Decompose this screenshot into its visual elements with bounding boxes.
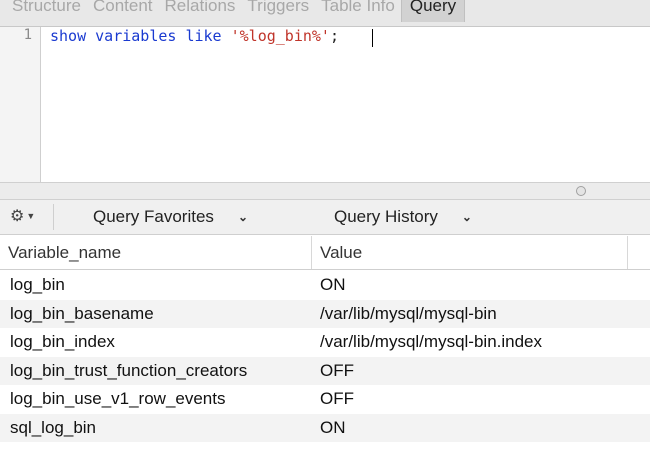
column-header-variable-name[interactable]: Variable_name bbox=[0, 236, 312, 269]
caret-down-icon: ▼ bbox=[26, 211, 36, 221]
cell-value: /var/lib/mysql/mysql-bin bbox=[320, 303, 497, 323]
tab-content[interactable]: Content bbox=[87, 0, 159, 22]
table-row[interactable]: log_bin ON bbox=[0, 271, 650, 300]
cell-variable-name: log_bin_use_v1_row_events bbox=[10, 389, 226, 408]
code-keyword: show variables like bbox=[50, 27, 231, 45]
tab-bar: Structure Content Relations Triggers Tab… bbox=[0, 0, 650, 27]
splitter-handle-icon[interactable] bbox=[576, 186, 586, 196]
gear-menu-button[interactable]: ⚙ ▼ bbox=[10, 204, 50, 228]
query-history-label: Query History bbox=[334, 207, 438, 226]
table-row[interactable]: log_bin_trust_function_creators OFF bbox=[0, 356, 650, 385]
tab-query[interactable]: Query bbox=[400, 0, 466, 22]
cell-value: /var/lib/mysql/mysql-bin.index bbox=[320, 332, 543, 351]
results-table: Variable_name Value log_bin ON log_bin_b… bbox=[0, 236, 650, 460]
cell-variable-name: sql_log_bin bbox=[10, 417, 97, 437]
table-row[interactable]: sql_log_bin ON bbox=[0, 413, 650, 442]
gear-icon: ⚙ bbox=[10, 208, 25, 225]
cell-value: ON bbox=[320, 417, 346, 437]
line-number: 1 bbox=[23, 27, 32, 43]
query-favorites-label: Query Favorites bbox=[93, 207, 214, 226]
tab-table-info[interactable]: Table Info bbox=[315, 0, 401, 22]
toolbar-divider bbox=[53, 204, 54, 230]
tab-relations[interactable]: Relations bbox=[159, 0, 242, 22]
text-cursor bbox=[372, 29, 373, 47]
cell-variable-name: log_bin_trust_function_creators bbox=[10, 360, 248, 380]
cell-variable-name: log_bin bbox=[10, 275, 65, 294]
cell-value: OFF bbox=[320, 389, 354, 408]
query-text[interactable]: show variables like '%log_bin%'; bbox=[50, 27, 339, 45]
cell-variable-name: log_bin_basename bbox=[10, 303, 154, 323]
pane-splitter[interactable] bbox=[0, 183, 650, 200]
table-header: Variable_name Value bbox=[0, 236, 650, 270]
table-row[interactable]: log_bin_use_v1_row_events OFF bbox=[0, 385, 650, 414]
table-row[interactable]: log_bin_basename /var/lib/mysql/mysql-bi… bbox=[0, 299, 650, 328]
table-body: log_bin ON log_bin_basename /var/lib/mys… bbox=[0, 271, 650, 442]
tab-structure[interactable]: Structure bbox=[0, 0, 87, 22]
code-string: '%log_bin%' bbox=[230, 27, 330, 45]
code-end: ; bbox=[329, 27, 339, 45]
query-editor[interactable]: 1 show variables like '%log_bin%'; bbox=[0, 27, 650, 183]
cell-value: OFF bbox=[320, 360, 354, 380]
tab-triggers[interactable]: Triggers bbox=[241, 0, 315, 22]
line-gutter: 1 bbox=[0, 27, 41, 182]
query-favorites-dropdown[interactable]: Query Favorites ⌄ bbox=[93, 206, 248, 228]
column-header-value[interactable]: Value bbox=[312, 236, 628, 269]
cell-value: ON bbox=[320, 275, 346, 294]
query-history-dropdown[interactable]: Query History ⌄ bbox=[334, 206, 472, 228]
cell-variable-name: log_bin_index bbox=[10, 332, 115, 351]
query-toolbar: ⚙ ▼ Query Favorites ⌄ Query History ⌄ bbox=[0, 200, 650, 235]
chevron-down-icon: ⌄ bbox=[461, 210, 472, 224]
chevron-down-icon: ⌄ bbox=[237, 210, 248, 224]
table-row[interactable]: log_bin_index /var/lib/mysql/mysql-bin.i… bbox=[0, 328, 650, 357]
